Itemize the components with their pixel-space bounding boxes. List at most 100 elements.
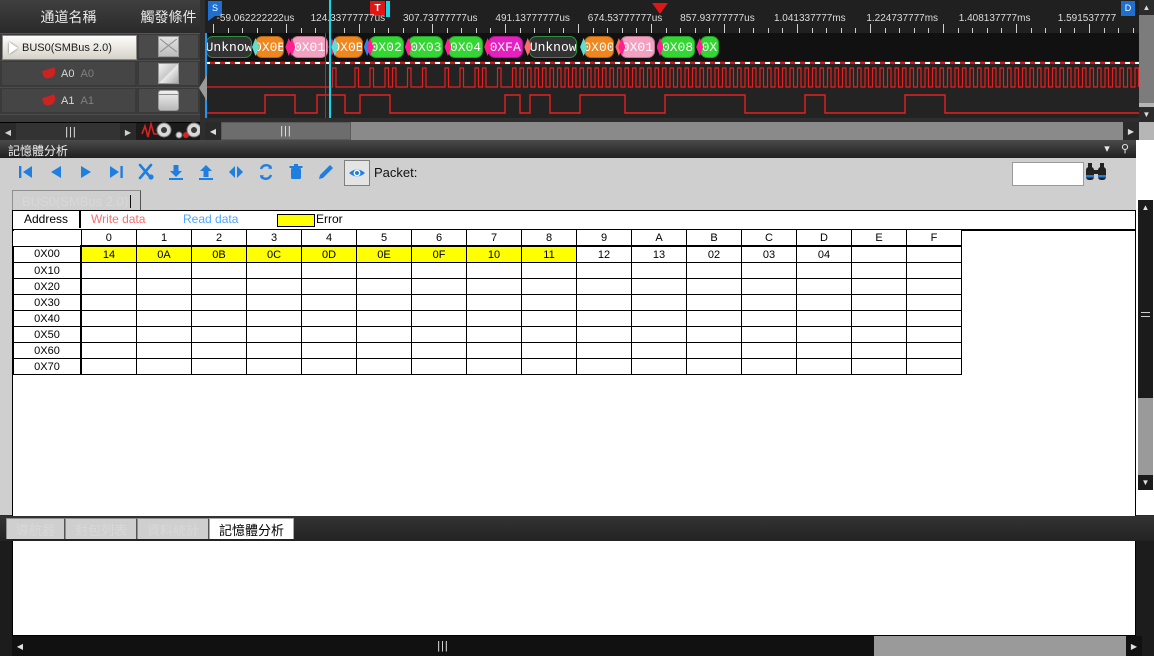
first-button[interactable] <box>14 160 38 184</box>
memory-cell[interactable] <box>741 358 797 375</box>
last-button[interactable] <box>104 160 128 184</box>
bottom-tab[interactable]: 封包列表 <box>65 518 138 539</box>
memory-cell[interactable] <box>301 294 357 311</box>
decode-packet[interactable]: Unknow <box>206 36 252 58</box>
grid-scroll-left-icon[interactable]: ◀ <box>12 636 28 656</box>
cylinder-square-icon[interactable] <box>158 90 179 111</box>
memory-cell[interactable] <box>906 294 962 311</box>
grid-scroll-right-icon[interactable]: ▶ <box>1126 636 1142 656</box>
decode-packet[interactable]: 0XFA <box>487 36 523 58</box>
memory-cell[interactable] <box>521 278 577 295</box>
memory-cell[interactable] <box>466 294 522 311</box>
memory-cell[interactable] <box>191 358 247 375</box>
a0-name-cell[interactable]: A0 A0 <box>2 62 135 85</box>
search-input[interactable] <box>1012 162 1084 186</box>
memory-cell[interactable] <box>906 342 962 359</box>
export-button[interactable] <box>194 160 218 184</box>
memory-cell[interactable] <box>191 310 247 327</box>
memory-cell[interactable] <box>191 342 247 359</box>
memory-cell[interactable] <box>136 342 192 359</box>
memory-cell[interactable] <box>521 358 577 375</box>
cyan-cursor-line[interactable] <box>329 0 331 118</box>
import-button[interactable] <box>164 160 188 184</box>
memory-cell[interactable] <box>80 294 137 311</box>
memory-cell[interactable] <box>411 294 467 311</box>
memory-cell[interactable] <box>906 310 962 327</box>
cursor-handle[interactable] <box>386 1 390 17</box>
memory-cell[interactable] <box>851 245 907 263</box>
memory-cell[interactable] <box>191 262 247 279</box>
bottom-tab[interactable]: 記憶體分析 <box>209 518 295 539</box>
decode-packet[interactable]: 0X04 <box>447 36 484 58</box>
memory-cell[interactable] <box>136 310 192 327</box>
memory-cell[interactable] <box>301 262 357 279</box>
protocol-decode-row[interactable]: Unknow 0X0B 0X01 0X0B 0X02 0X03 0X04 0XFA Unknow… <box>205 33 1139 61</box>
refresh-button[interactable] <box>254 160 278 184</box>
panel-collapse-handle[interactable] <box>199 75 207 101</box>
memory-cell[interactable] <box>80 326 137 343</box>
wave-scroll-up-icon[interactable]: ▲ <box>1139 0 1154 15</box>
cross-square-icon[interactable] <box>158 36 179 57</box>
memory-cell[interactable] <box>80 310 137 327</box>
slope-square-icon[interactable] <box>158 63 179 84</box>
memory-cell[interactable] <box>356 358 412 375</box>
memory-cell[interactable]: 0D <box>301 245 357 263</box>
memory-cell[interactable] <box>521 262 577 279</box>
memory-cell[interactable]: 14 <box>80 245 137 263</box>
bus-tab[interactable]: BUS0(SMBus 2.0) <box>12 190 142 211</box>
memory-cell[interactable] <box>576 278 632 295</box>
memory-cell[interactable] <box>191 278 247 295</box>
waveform-canvas[interactable]: Unknow 0X0B 0X01 0X0B 0X02 0X03 0X04 0XFA Unknow… <box>205 33 1139 118</box>
chevron-down-icon[interactable]: ▾ <box>1100 142 1114 156</box>
wave-scroll-right-icon[interactable]: ▶ <box>1123 122 1139 140</box>
next-button[interactable] <box>74 160 98 184</box>
decode-packet[interactable]: 0X00 <box>583 36 615 58</box>
memory-cell[interactable] <box>466 358 522 375</box>
binoculars-icon[interactable] <box>1084 161 1108 183</box>
memory-cell[interactable] <box>631 342 687 359</box>
column-header[interactable]: 8 <box>521 229 577 247</box>
memory-cell[interactable] <box>851 262 907 279</box>
waveform-vscrollbar[interactable]: ▲ ▼ <box>1139 0 1154 140</box>
bottom-tab[interactable]: 資料統計 <box>137 518 210 539</box>
wave-scroll-down-icon[interactable]: ▼ <box>1139 107 1154 122</box>
memory-cell[interactable] <box>80 342 137 359</box>
delete-button[interactable] <box>284 160 308 184</box>
memory-cell[interactable] <box>686 262 742 279</box>
grid-vscrollbar[interactable]: ▲ ▼ <box>1136 140 1154 515</box>
memory-cell[interactable] <box>906 245 962 263</box>
memory-cell[interactable] <box>796 358 852 375</box>
memory-cell[interactable] <box>136 262 192 279</box>
column-header[interactable]: A <box>631 229 687 247</box>
memory-cell[interactable] <box>631 278 687 295</box>
memory-cell[interactable] <box>796 310 852 327</box>
memory-cell[interactable]: 12 <box>576 245 632 263</box>
memory-cell[interactable] <box>741 262 797 279</box>
column-header[interactable]: 9 <box>576 229 632 247</box>
column-header[interactable]: D <box>796 229 852 247</box>
memory-cell[interactable] <box>851 358 907 375</box>
scroll-left-arrow-icon[interactable]: ◀ <box>0 123 16 141</box>
memory-cell[interactable] <box>246 262 302 279</box>
memory-grid[interactable]: Address Write data Read data Error 01234… <box>12 210 1136 636</box>
memory-cell[interactable] <box>411 326 467 343</box>
memory-cell[interactable] <box>741 310 797 327</box>
memory-cell[interactable] <box>796 326 852 343</box>
grid-scroll-down-icon[interactable]: ▼ <box>1138 475 1153 490</box>
memory-cell[interactable] <box>80 358 137 375</box>
memory-cell[interactable] <box>851 326 907 343</box>
memory-cell[interactable] <box>301 278 357 295</box>
memory-cell[interactable] <box>521 342 577 359</box>
table-row[interactable]: 0X00 14 0A 0B 0C 0D 0E 0F 10 11 12 13 02 03 04 <box>13 245 962 263</box>
memory-cell[interactable]: 0A <box>136 245 192 263</box>
memory-cell[interactable] <box>906 358 962 375</box>
memory-cell[interactable] <box>246 294 302 311</box>
memory-cell[interactable] <box>136 294 192 311</box>
table-row[interactable]: 0X30 <box>13 294 962 311</box>
memory-cell[interactable] <box>796 342 852 359</box>
memory-cell[interactable] <box>301 310 357 327</box>
memory-cell[interactable] <box>411 278 467 295</box>
memory-cell[interactable] <box>741 326 797 343</box>
decode-packet[interactable]: 0X08 <box>659 36 696 58</box>
memory-cell[interactable] <box>906 326 962 343</box>
